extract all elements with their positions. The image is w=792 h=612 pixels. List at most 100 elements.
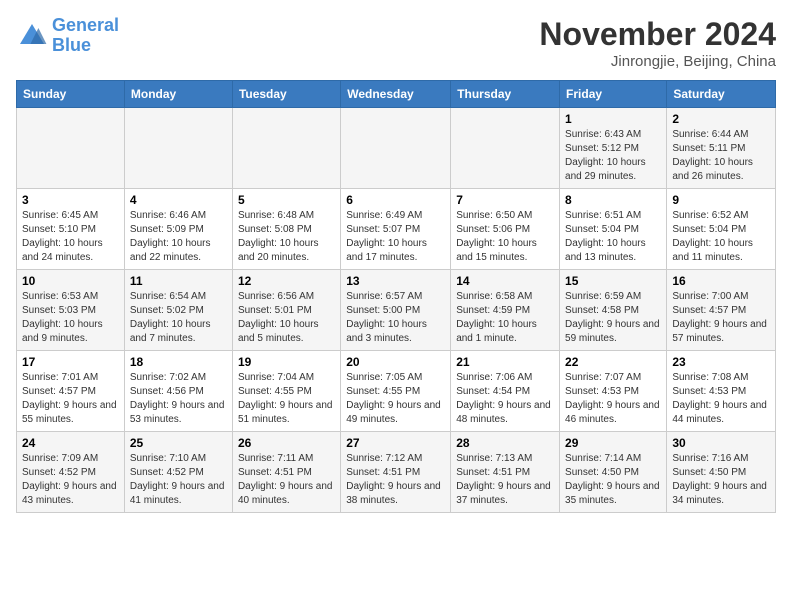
calendar-day-cell: 13Sunrise: 6:57 AM Sunset: 5:00 PM Dayli…: [341, 270, 451, 351]
calendar-day-cell: 23Sunrise: 7:08 AM Sunset: 4:53 PM Dayli…: [667, 351, 776, 432]
day-info: Sunrise: 6:49 AM Sunset: 5:07 PM Dayligh…: [346, 209, 445, 265]
calendar-day-cell: [17, 108, 125, 189]
calendar-day-cell: 3 Sunrise: 6:45 AM Sunset: 5:10 PM Daylig…: [17, 189, 125, 270]
calendar-day-cell: 24 Sunrise: 7:09 AM Sunset: 4:52 PM Dayli…: [17, 432, 125, 513]
calendar-day-cell: 16 Sunrise: 7:00 AM Sunset: 4:57 PM Dayli…: [667, 270, 776, 351]
day-info: Sunrise: 7:14 AM Sunset: 4:50 PM Dayligh…: [565, 452, 661, 508]
day-number: 25: [130, 436, 227, 450]
day-info: Sunrise: 7:09 AM Sunset: 4:52 PM Dayligh…: [22, 452, 119, 508]
day-number: 30: [672, 436, 770, 450]
day-info: Sunrise: 6:59 AM Sunset: 4:58 PM Dayligh…: [565, 290, 661, 346]
calendar-week-row: 10 Sunrise: 6:53 AM Sunset: 5:03 PM Dayli…: [17, 270, 776, 351]
calendar-week-row: 17 Sunrise: 7:01 AM Sunset: 4:57 PM Dayli…: [17, 351, 776, 432]
logo-text: General Blue: [52, 16, 119, 56]
calendar-day-cell: 1 Sunrise: 6:43 AM Sunset: 5:12 PM Daylig…: [560, 108, 667, 189]
calendar-day-cell: 20 Sunrise: 7:05 AM Sunset: 4:55 PM Dayli…: [341, 351, 451, 432]
day-number: 19: [238, 355, 335, 369]
day-info: Sunrise: 7:06 AM Sunset: 4:54 PM Dayligh…: [456, 371, 554, 427]
day-info: Sunrise: 7:00 AM Sunset: 4:57 PM Dayligh…: [672, 290, 770, 346]
day-info: Sunrise: 6:56 AM Sunset: 5:01 PM Dayligh…: [238, 290, 335, 346]
day-number: 12: [238, 274, 335, 288]
day-number: 17: [22, 355, 119, 369]
page-header: General Blue November 2024 Jinrongjie, B…: [16, 16, 776, 70]
calendar-day-cell: 11Sunrise: 6:54 AM Sunset: 5:02 PM Dayli…: [124, 270, 232, 351]
calendar-day-cell: 22 Sunrise: 7:07 AM Sunset: 4:53 PM Dayli…: [560, 351, 667, 432]
weekday-header: Sunday: [17, 81, 125, 108]
calendar-day-cell: 28 Sunrise: 7:13 AM Sunset: 4:51 PM Dayli…: [451, 432, 560, 513]
calendar-day-cell: 15 Sunrise: 6:59 AM Sunset: 4:58 PM Dayli…: [560, 270, 667, 351]
day-info: Sunrise: 7:05 AM Sunset: 4:55 PM Dayligh…: [346, 371, 445, 427]
day-info: Sunrise: 6:44 AM Sunset: 5:11 PM Dayligh…: [672, 128, 770, 184]
calendar-day-cell: 4 Sunrise: 6:46 AM Sunset: 5:09 PM Daylig…: [124, 189, 232, 270]
day-number: 13: [346, 274, 445, 288]
day-info: Sunrise: 6:53 AM Sunset: 5:03 PM Dayligh…: [22, 290, 119, 346]
day-number: 6: [346, 193, 445, 207]
day-info: Sunrise: 7:04 AM Sunset: 4:55 PM Dayligh…: [238, 371, 335, 427]
day-number: 7: [456, 193, 554, 207]
day-info: Sunrise: 6:51 AM Sunset: 5:04 PM Dayligh…: [565, 209, 661, 265]
weekday-header: Thursday: [451, 81, 560, 108]
weekday-header-row: SundayMondayTuesdayWednesdayThursdayFrid…: [17, 81, 776, 108]
day-number: 9: [672, 193, 770, 207]
logo-line2: Blue: [52, 35, 91, 55]
calendar-day-cell: 8Sunrise: 6:51 AM Sunset: 5:04 PM Daylig…: [560, 189, 667, 270]
weekday-header: Tuesday: [232, 81, 340, 108]
weekday-header: Saturday: [667, 81, 776, 108]
calendar-day-cell: [341, 108, 451, 189]
month-title: November 2024: [539, 16, 776, 53]
calendar-day-cell: [232, 108, 340, 189]
day-number: 3: [22, 193, 119, 207]
weekday-header: Friday: [560, 81, 667, 108]
calendar-day-cell: 9 Sunrise: 6:52 AM Sunset: 5:04 PM Daylig…: [667, 189, 776, 270]
day-info: Sunrise: 6:45 AM Sunset: 5:10 PM Dayligh…: [22, 209, 119, 265]
logo-line1: General: [52, 15, 119, 35]
day-number: 23: [672, 355, 770, 369]
day-number: 22: [565, 355, 661, 369]
calendar-day-cell: 17 Sunrise: 7:01 AM Sunset: 4:57 PM Dayli…: [17, 351, 125, 432]
day-info: Sunrise: 7:11 AM Sunset: 4:51 PM Dayligh…: [238, 452, 335, 508]
calendar-day-cell: 14 Sunrise: 6:58 AM Sunset: 4:59 PM Dayli…: [451, 270, 560, 351]
day-info: Sunrise: 7:12 AM Sunset: 4:51 PM Dayligh…: [346, 452, 445, 508]
calendar-day-cell: 30 Sunrise: 7:16 AM Sunset: 4:50 PM Dayli…: [667, 432, 776, 513]
calendar-day-cell: 26 Sunrise: 7:11 AM Sunset: 4:51 PM Dayli…: [232, 432, 340, 513]
day-info: Sunrise: 6:50 AM Sunset: 5:06 PM Dayligh…: [456, 209, 554, 265]
calendar-day-cell: 21 Sunrise: 7:06 AM Sunset: 4:54 PM Dayli…: [451, 351, 560, 432]
calendar-week-row: 3 Sunrise: 6:45 AM Sunset: 5:10 PM Daylig…: [17, 189, 776, 270]
calendar-day-cell: 5 Sunrise: 6:48 AM Sunset: 5:08 PM Daylig…: [232, 189, 340, 270]
day-number: 28: [456, 436, 554, 450]
day-info: Sunrise: 7:16 AM Sunset: 4:50 PM Dayligh…: [672, 452, 770, 508]
day-info: Sunrise: 6:46 AM Sunset: 5:09 PM Dayligh…: [130, 209, 227, 265]
day-number: 21: [456, 355, 554, 369]
day-info: Sunrise: 6:52 AM Sunset: 5:04 PM Dayligh…: [672, 209, 770, 265]
day-number: 29: [565, 436, 661, 450]
calendar-day-cell: [451, 108, 560, 189]
day-number: 15: [565, 274, 661, 288]
day-number: 16: [672, 274, 770, 288]
day-number: 5: [238, 193, 335, 207]
day-number: 4: [130, 193, 227, 207]
day-info: Sunrise: 7:10 AM Sunset: 4:52 PM Dayligh…: [130, 452, 227, 508]
day-number: 24: [22, 436, 119, 450]
day-number: 1: [565, 112, 661, 126]
day-number: 14: [456, 274, 554, 288]
day-info: Sunrise: 7:13 AM Sunset: 4:51 PM Dayligh…: [456, 452, 554, 508]
calendar-day-cell: 27 Sunrise: 7:12 AM Sunset: 4:51 PM Dayli…: [341, 432, 451, 513]
calendar-day-cell: 25 Sunrise: 7:10 AM Sunset: 4:52 PM Dayli…: [124, 432, 232, 513]
day-info: Sunrise: 7:07 AM Sunset: 4:53 PM Dayligh…: [565, 371, 661, 427]
day-number: 20: [346, 355, 445, 369]
calendar-day-cell: 18Sunrise: 7:02 AM Sunset: 4:56 PM Dayli…: [124, 351, 232, 432]
calendar-day-cell: 2Sunrise: 6:44 AM Sunset: 5:11 PM Daylig…: [667, 108, 776, 189]
day-info: Sunrise: 7:02 AM Sunset: 4:56 PM Dayligh…: [130, 371, 227, 427]
day-number: 27: [346, 436, 445, 450]
calendar-day-cell: [124, 108, 232, 189]
logo-icon: [16, 20, 48, 52]
day-info: Sunrise: 6:43 AM Sunset: 5:12 PM Dayligh…: [565, 128, 661, 184]
calendar-day-cell: 7 Sunrise: 6:50 AM Sunset: 5:06 PM Daylig…: [451, 189, 560, 270]
day-info: Sunrise: 7:01 AM Sunset: 4:57 PM Dayligh…: [22, 371, 119, 427]
day-info: Sunrise: 6:48 AM Sunset: 5:08 PM Dayligh…: [238, 209, 335, 265]
calendar-day-cell: 10 Sunrise: 6:53 AM Sunset: 5:03 PM Dayli…: [17, 270, 125, 351]
logo: General Blue: [16, 16, 119, 56]
day-number: 10: [22, 274, 119, 288]
day-number: 26: [238, 436, 335, 450]
day-info: Sunrise: 6:58 AM Sunset: 4:59 PM Dayligh…: [456, 290, 554, 346]
